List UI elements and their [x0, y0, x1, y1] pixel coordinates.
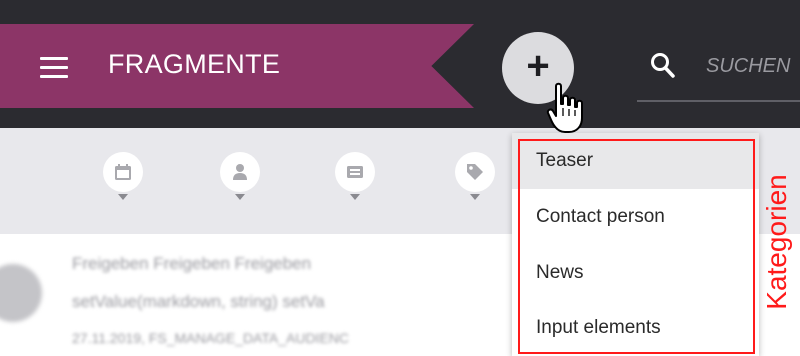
tag-icon [467, 164, 483, 180]
list-item-meta: 27.11.2019, FS_MANAGE_DATA_AUDIENC [72, 330, 349, 346]
fragment-list: Freigeben Freigeben Freigeben setValue(m… [0, 234, 510, 356]
chevron-down-icon [350, 194, 360, 200]
app-header: FRAGMENTE + [0, 0, 800, 128]
annotation-box [518, 139, 755, 354]
annotation-label: Kategorien [761, 174, 792, 310]
app-title: FRAGMENTE [108, 49, 281, 79]
hand-cursor-icon [546, 82, 583, 133]
hamburger-menu-icon[interactable] [40, 57, 68, 79]
calendar-icon [115, 164, 131, 180]
filter-date-button[interactable] [103, 152, 143, 202]
filter-person-button[interactable] [220, 152, 260, 202]
chevron-down-icon [235, 194, 245, 200]
chevron-down-icon [118, 194, 128, 200]
plus-icon: + [526, 44, 550, 88]
list-item-text: setValue(markdown, string) setVa [72, 292, 325, 311]
filter-type-button[interactable] [335, 152, 375, 202]
chevron-down-icon [470, 194, 480, 200]
search-icon[interactable] [650, 52, 676, 80]
search-underline [637, 100, 800, 102]
card-icon [347, 166, 363, 178]
search-input[interactable] [706, 52, 800, 80]
filter-tag-button[interactable] [455, 152, 495, 202]
list-item-title: Freigeben Freigeben Freigeben [72, 254, 312, 273]
person-icon [233, 164, 247, 180]
avatar [0, 264, 42, 322]
